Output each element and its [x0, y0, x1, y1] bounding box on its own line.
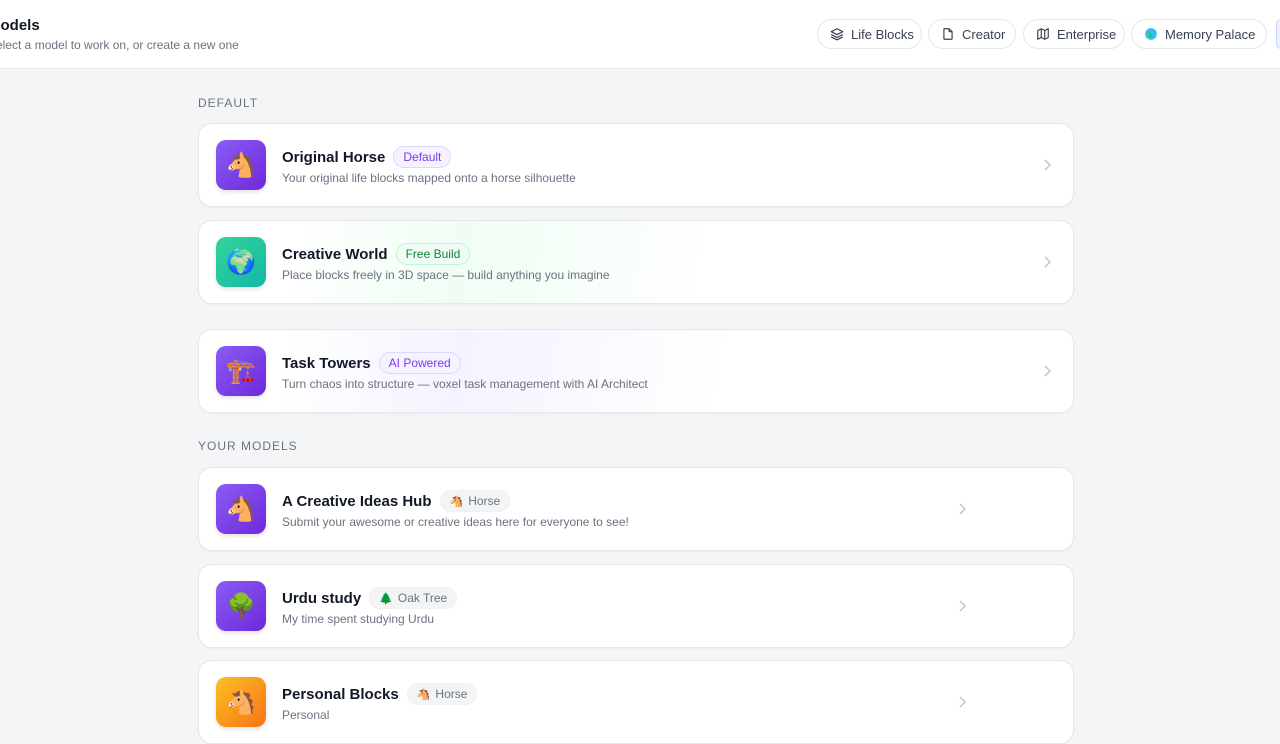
chevron-right-icon: [1042, 255, 1052, 269]
nav-label: Creator: [962, 26, 1006, 42]
nav-life-blocks-button[interactable]: Life Blocks: [817, 19, 922, 49]
nav-memory-palace-button[interactable]: Memory Palace: [1131, 19, 1267, 49]
nav-creator-button[interactable]: Creator: [928, 19, 1016, 49]
card-description: Your original life blocks mapped onto a …: [282, 171, 576, 185]
card-badge: Free Build: [395, 243, 471, 265]
card-description: Place blocks freely in 3D space — build …: [282, 268, 610, 282]
tower-icon: 🏗️: [216, 346, 266, 396]
card-title: Creative World: [282, 245, 388, 263]
card-title-row: Creative World Free Build: [282, 243, 471, 265]
map-icon: [1036, 27, 1050, 41]
card-title: Personal Blocks: [282, 685, 399, 703]
chevron-right-icon: [1042, 364, 1052, 378]
nav-overflow-button[interactable]: [1276, 19, 1280, 49]
card-title-row: Urdu study 🌲 Oak Tree: [282, 587, 458, 609]
card-title: Urdu study: [282, 589, 362, 607]
badge-label: Horse: [468, 494, 501, 508]
section-label-default: DEFAULT: [198, 96, 259, 110]
card-title-row: Original Horse Default: [282, 146, 452, 168]
card-badge: AI Powered: [378, 352, 461, 374]
card-title-row: Task Towers AI Powered: [282, 352, 461, 374]
model-card-urdu-study[interactable]: 🌳 Urdu study 🌲 Oak Tree My time spent st…: [198, 564, 1074, 648]
file-icon: [941, 27, 955, 41]
page-title: Models: [0, 17, 40, 34]
card-badge: 🐴 Horse: [406, 683, 478, 705]
model-card-original-horse[interactable]: 🐴 Original Horse Default Your original l…: [198, 123, 1074, 207]
chevron-right-icon: [957, 502, 967, 516]
horse-icon: 🐴: [216, 140, 266, 190]
card-title: Original Horse: [282, 148, 386, 166]
nav-label: Enterprise: [1057, 26, 1117, 42]
model-card-personal-blocks[interactable]: 🐴 Personal Blocks 🐴 Horse Personal: [198, 660, 1074, 744]
chevron-right-icon: [1042, 158, 1052, 172]
model-card-creative-ideas-hub[interactable]: 🐴 A Creative Ideas Hub 🐴 Horse Submit yo…: [198, 467, 1074, 551]
card-description: My time spent studying Urdu: [282, 612, 435, 626]
model-card-creative-world[interactable]: 🌍 Creative World Free Build Place blocks…: [198, 220, 1074, 304]
tree-icon: 🌲: [379, 592, 393, 605]
layers-icon: [830, 27, 844, 41]
card-title: Task Towers: [282, 354, 371, 372]
tree-icon: 🌳: [216, 581, 266, 631]
horse-icon: 🐴: [449, 495, 464, 508]
card-badge: 🐴 Horse: [439, 490, 511, 512]
globe-icon: 🌍: [216, 237, 266, 287]
nav-enterprise-button[interactable]: Enterprise: [1023, 19, 1125, 49]
chevron-right-icon: [957, 599, 967, 613]
card-title-row: Personal Blocks 🐴 Horse: [282, 683, 478, 705]
card-title: A Creative Ideas Hub: [282, 492, 432, 510]
model-card-task-towers[interactable]: 🏗️ Task Towers AI Powered Turn chaos int…: [198, 329, 1074, 413]
nav-label: Memory Palace: [1165, 26, 1256, 42]
nav-label: Life Blocks: [851, 26, 914, 42]
horse-icon: 🐴: [216, 484, 266, 534]
card-description: Submit your awesome or creative ideas he…: [282, 515, 629, 529]
card-badge: 🌲 Oak Tree: [369, 587, 458, 609]
card-title-row: A Creative Ideas Hub 🐴 Horse: [282, 490, 511, 512]
badge-label: Horse: [435, 687, 468, 701]
badge-label: Oak Tree: [397, 591, 448, 605]
globe-icon: [1144, 27, 1158, 41]
chevron-right-icon: [957, 695, 967, 709]
horse-icon: 🐴: [416, 688, 431, 701]
top-header: Models Select a model to work on, or cre…: [0, 0, 1280, 69]
section-label-your-models: YOUR MODELS: [198, 439, 298, 453]
card-description: Turn chaos into structure — voxel task m…: [282, 377, 648, 391]
card-badge: Default: [393, 146, 452, 168]
page-subtitle: Select a model to work on, or create a n…: [0, 38, 239, 52]
